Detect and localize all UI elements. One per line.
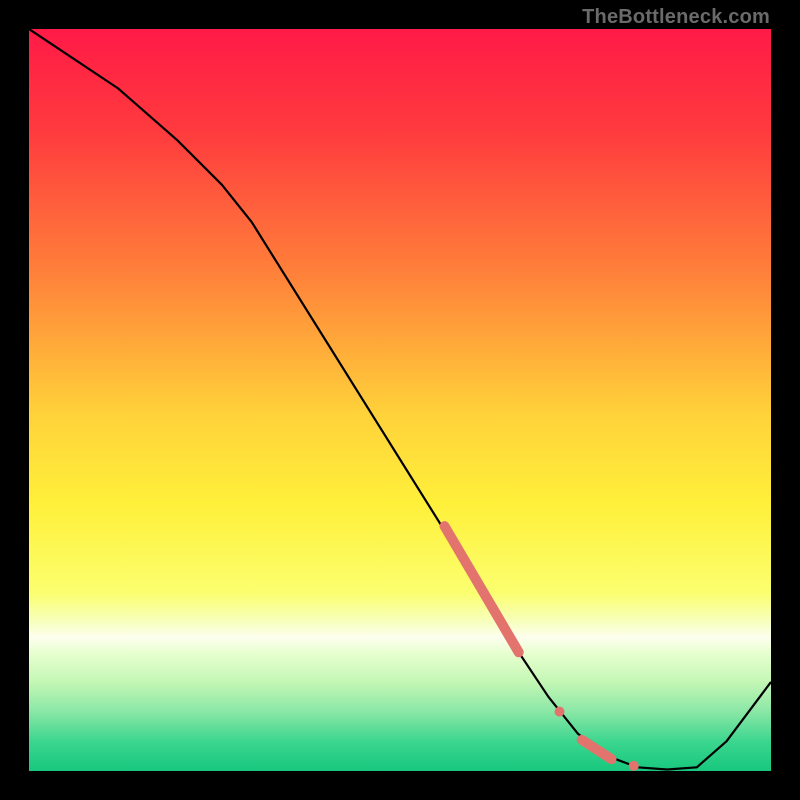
dot-2 <box>629 761 639 771</box>
plot-area <box>29 29 771 771</box>
chart-frame: TheBottleneck.com <box>0 0 800 800</box>
dot-1 <box>555 707 565 717</box>
watermark-text: TheBottleneck.com <box>582 6 770 29</box>
gradient-background <box>29 29 771 771</box>
chart-svg <box>29 29 771 771</box>
